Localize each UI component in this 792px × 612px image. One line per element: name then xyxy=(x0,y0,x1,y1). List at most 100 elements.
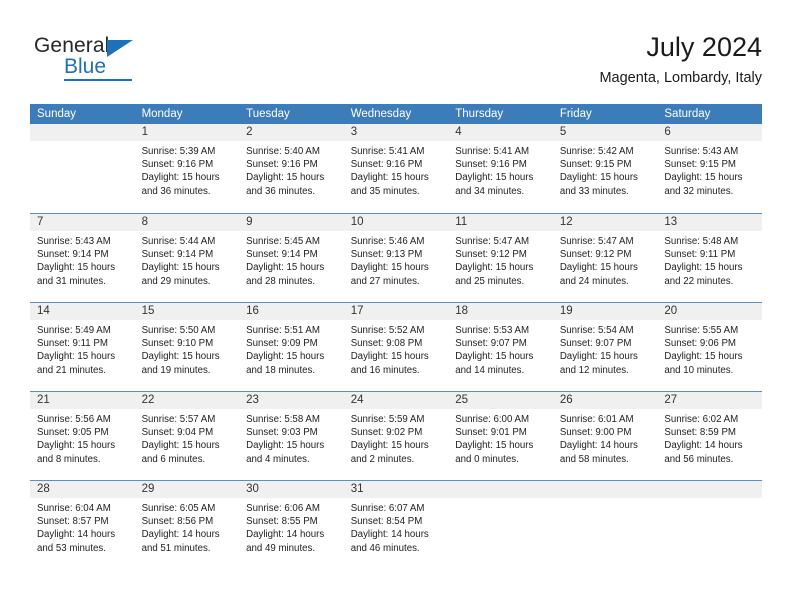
sunrise-text: Sunrise: 5:41 AM xyxy=(350,146,425,157)
day-number: 15 xyxy=(134,303,240,320)
calendar-day-cell[interactable]: 1 Sunrise: 5:39 AM Sunset: 9:16 PM Daylight… xyxy=(134,124,240,213)
daylight-text-line2: and 29 minutes. xyxy=(141,275,211,287)
calendar-day-cell[interactable]: 9 Sunrise: 5:45 AM Sunset: 9:14 PM Daylight… xyxy=(239,214,344,302)
day-number: 5 xyxy=(552,124,658,141)
calendar-day-cell[interactable]: 7 Sunrise: 5:43 AM Sunset: 9:14 PM Daylight… xyxy=(30,214,135,302)
calendar-day-cell[interactable]: 8 Sunrise: 5:44 AM Sunset: 9:14 PM Daylight… xyxy=(134,214,240,302)
sunset-text: Sunset: 9:11 PM xyxy=(37,338,108,350)
calendar-day-cell[interactable]: 3 Sunrise: 5:41 AM Sunset: 9:16 PM Daylight… xyxy=(343,124,449,213)
day-number: 7 xyxy=(30,214,135,231)
daylight-text-line1: Daylight: 15 hours xyxy=(141,440,220,452)
calendar-day-cell[interactable]: 11 Sunrise: 5:47 AM Sunset: 9:12 PM Dayligh… xyxy=(448,214,553,302)
day-details: Sunrise: 5:53 AM Sunset: 9:07 PM Daylight:… xyxy=(448,320,553,377)
sunrise-text: Sunrise: 6:04 AM xyxy=(37,503,111,514)
calendar-day-cell[interactable]: 20 Sunrise: 5:55 AM Sunset: 9:06 PM Dayligh… xyxy=(657,303,762,391)
calendar-day-cell[interactable]: 23 Sunrise: 5:58 AM Sunset: 9:03 PM Dayligh… xyxy=(239,392,344,480)
day-number: 2 xyxy=(239,124,344,141)
weeks-container: 1 Sunrise: 5:39 AM Sunset: 9:16 PM Daylight… xyxy=(30,124,762,569)
calendar-day-cell[interactable]: 4 Sunrise: 5:41 AM Sunset: 9:16 PM Daylight… xyxy=(448,124,553,213)
sunrise-text: Sunrise: 5:45 AM xyxy=(246,236,320,247)
day-number: 8 xyxy=(134,214,240,231)
calendar-day-cell[interactable]: 17 Sunrise: 5:52 AM Sunset: 9:08 PM Dayligh… xyxy=(343,303,449,391)
sunrise-text: Sunrise: 5:58 AM xyxy=(246,414,320,425)
calendar-day-cell[interactable]: 16 Sunrise: 5:51 AM Sunset: 9:09 PM Dayligh… xyxy=(239,303,344,391)
calendar-day-cell[interactable]: 22 Sunrise: 5:57 AM Sunset: 9:04 PM Dayligh… xyxy=(134,392,240,480)
day-number: 3 xyxy=(343,124,449,141)
daylight-text-line2: and 14 minutes. xyxy=(455,364,525,376)
calendar-day-cell[interactable]: 25 Sunrise: 6:00 AM Sunset: 9:01 PM Dayligh… xyxy=(448,392,553,480)
calendar-day-cell[interactable]: 19 Sunrise: 5:54 AM Sunset: 9:07 PM Dayligh… xyxy=(552,303,658,391)
sunset-text: Sunset: 8:57 PM xyxy=(37,516,109,528)
sunrise-text: Sunrise: 5:43 AM xyxy=(37,236,111,247)
calendar-day-cell[interactable]: 18 Sunrise: 5:53 AM Sunset: 9:07 PM Dayligh… xyxy=(448,303,553,391)
daylight-text-line2: and 36 minutes. xyxy=(141,185,211,197)
daylight-text-line1: Daylight: 14 hours xyxy=(246,529,325,541)
calendar-day-cell[interactable]: 10 Sunrise: 5:46 AM Sunset: 9:13 PM Dayligh… xyxy=(343,214,449,302)
calendar-day-cell[interactable]: 26 Sunrise: 6:01 AM Sunset: 9:00 PM Dayligh… xyxy=(552,392,658,480)
day-details: Sunrise: 5:47 AM Sunset: 9:12 PM Daylight:… xyxy=(448,231,553,288)
calendar-day-cell[interactable]: 5 Sunrise: 5:42 AM Sunset: 9:15 PM Daylight… xyxy=(552,124,658,213)
daylight-text-line2: and 0 minutes. xyxy=(455,453,519,465)
calendar-cell-empty xyxy=(30,124,135,213)
calendar-day-cell[interactable]: 24 Sunrise: 5:59 AM Sunset: 9:02 PM Dayligh… xyxy=(343,392,449,480)
daylight-text-line1: Daylight: 15 hours xyxy=(37,262,116,274)
sunset-text: Sunset: 9:16 PM xyxy=(141,159,214,171)
day-details: Sunrise: 6:06 AM Sunset: 8:55 PM Daylight:… xyxy=(239,498,344,555)
calendar-day-cell[interactable]: 27 Sunrise: 6:02 AM Sunset: 8:59 PM Dayligh… xyxy=(657,392,762,480)
sunrise-text: Sunrise: 5:51 AM xyxy=(246,325,320,336)
daylight-text-line1: Daylight: 15 hours xyxy=(559,262,638,274)
daylight-text-line2: and 32 minutes. xyxy=(664,185,734,197)
day-number: 30 xyxy=(239,481,344,498)
page-subtitle: Magenta, Lombardy, Italy xyxy=(599,70,762,86)
calendar-day-cell[interactable]: 2 Sunrise: 5:40 AM Sunset: 9:16 PM Daylight… xyxy=(239,124,344,213)
calendar-page: General Blue July 2024 Magenta, Lombardy… xyxy=(0,0,792,612)
day-details: Sunrise: 5:44 AM Sunset: 9:14 PM Daylight:… xyxy=(135,231,240,288)
calendar-day-cell[interactable]: 12 Sunrise: 5:47 AM Sunset: 9:12 PM Dayligh… xyxy=(552,214,658,302)
day-number: 25 xyxy=(448,392,553,409)
day-details: Sunrise: 5:42 AM Sunset: 9:15 PM Daylight:… xyxy=(553,141,658,198)
sunset-text: Sunset: 9:09 PM xyxy=(246,338,318,350)
day-number: 13 xyxy=(657,214,762,231)
calendar-day-cell[interactable]: 6 Sunrise: 5:43 AM Sunset: 9:15 PM Daylight… xyxy=(657,124,762,213)
sunrise-text: Sunrise: 6:07 AM xyxy=(350,503,425,514)
weekday-header-sunday: Sunday xyxy=(37,108,77,120)
day-details: Sunrise: 5:43 AM Sunset: 9:15 PM Daylight:… xyxy=(657,141,762,198)
calendar-day-cell[interactable]: 29 Sunrise: 6:05 AM Sunset: 8:56 PM Dayligh… xyxy=(134,481,240,569)
daylight-text-line2: and 49 minutes. xyxy=(246,542,316,554)
general-blue-logo[interactable]: General Blue xyxy=(34,34,204,84)
calendar-day-cell[interactable]: 13 Sunrise: 5:48 AM Sunset: 9:11 PM Dayligh… xyxy=(657,214,762,302)
day-details: Sunrise: 5:41 AM Sunset: 9:16 PM Daylight:… xyxy=(344,141,449,198)
daylight-text-line2: and 51 minutes. xyxy=(141,542,211,554)
calendar-day-cell[interactable]: 14 Sunrise: 5:49 AM Sunset: 9:11 PM Dayligh… xyxy=(30,303,135,391)
calendar-day-cell[interactable]: 28 Sunrise: 6:04 AM Sunset: 8:57 PM Dayligh… xyxy=(30,481,135,569)
daylight-text-line2: and 58 minutes. xyxy=(559,453,629,465)
day-details: Sunrise: 6:02 AM Sunset: 8:59 PM Daylight:… xyxy=(657,409,762,466)
calendar-week-row: 7 Sunrise: 5:43 AM Sunset: 9:14 PM Daylight… xyxy=(30,213,762,302)
daylight-text-line2: and 36 minutes. xyxy=(246,185,316,197)
sunset-text: Sunset: 9:07 PM xyxy=(559,338,632,350)
day-number: 18 xyxy=(448,303,553,320)
day-number: 27 xyxy=(657,392,762,409)
sunset-text: Sunset: 9:11 PM xyxy=(664,249,736,261)
calendar-day-cell[interactable]: 15 Sunrise: 5:50 AM Sunset: 9:10 PM Dayligh… xyxy=(134,303,240,391)
week-cells: 7 Sunrise: 5:43 AM Sunset: 9:14 PM Daylight… xyxy=(30,214,762,302)
daylight-text-line1: Daylight: 15 hours xyxy=(350,172,429,184)
daylight-text-line1: Daylight: 15 hours xyxy=(350,440,429,452)
sunrise-text: Sunrise: 6:02 AM xyxy=(664,414,739,425)
calendar-day-cell[interactable]: 21 Sunrise: 5:56 AM Sunset: 9:05 PM Dayligh… xyxy=(30,392,135,480)
sunrise-text: Sunrise: 5:43 AM xyxy=(664,146,739,157)
daylight-text-line1: Daylight: 15 hours xyxy=(664,172,743,184)
sunrise-text: Sunrise: 5:54 AM xyxy=(559,325,634,336)
daylight-text-line2: and 31 minutes. xyxy=(37,275,106,287)
day-number xyxy=(448,481,553,498)
day-number: 10 xyxy=(343,214,449,231)
calendar-day-cell[interactable]: 30 Sunrise: 6:06 AM Sunset: 8:55 PM Dayligh… xyxy=(239,481,344,569)
calendar-day-cell[interactable]: 31 Sunrise: 6:07 AM Sunset: 8:54 PM Dayligh… xyxy=(343,481,449,569)
daylight-text-line1: Daylight: 14 hours xyxy=(141,529,220,541)
day-details: Sunrise: 6:00 AM Sunset: 9:01 PM Daylight:… xyxy=(448,409,553,466)
day-details: Sunrise: 5:46 AM Sunset: 9:13 PM Daylight:… xyxy=(344,231,449,288)
daylight-text-line1: Daylight: 15 hours xyxy=(559,172,638,184)
sunset-text: Sunset: 9:07 PM xyxy=(455,338,527,350)
day-number: 14 xyxy=(30,303,135,320)
page-title: July 2024 xyxy=(646,32,762,62)
